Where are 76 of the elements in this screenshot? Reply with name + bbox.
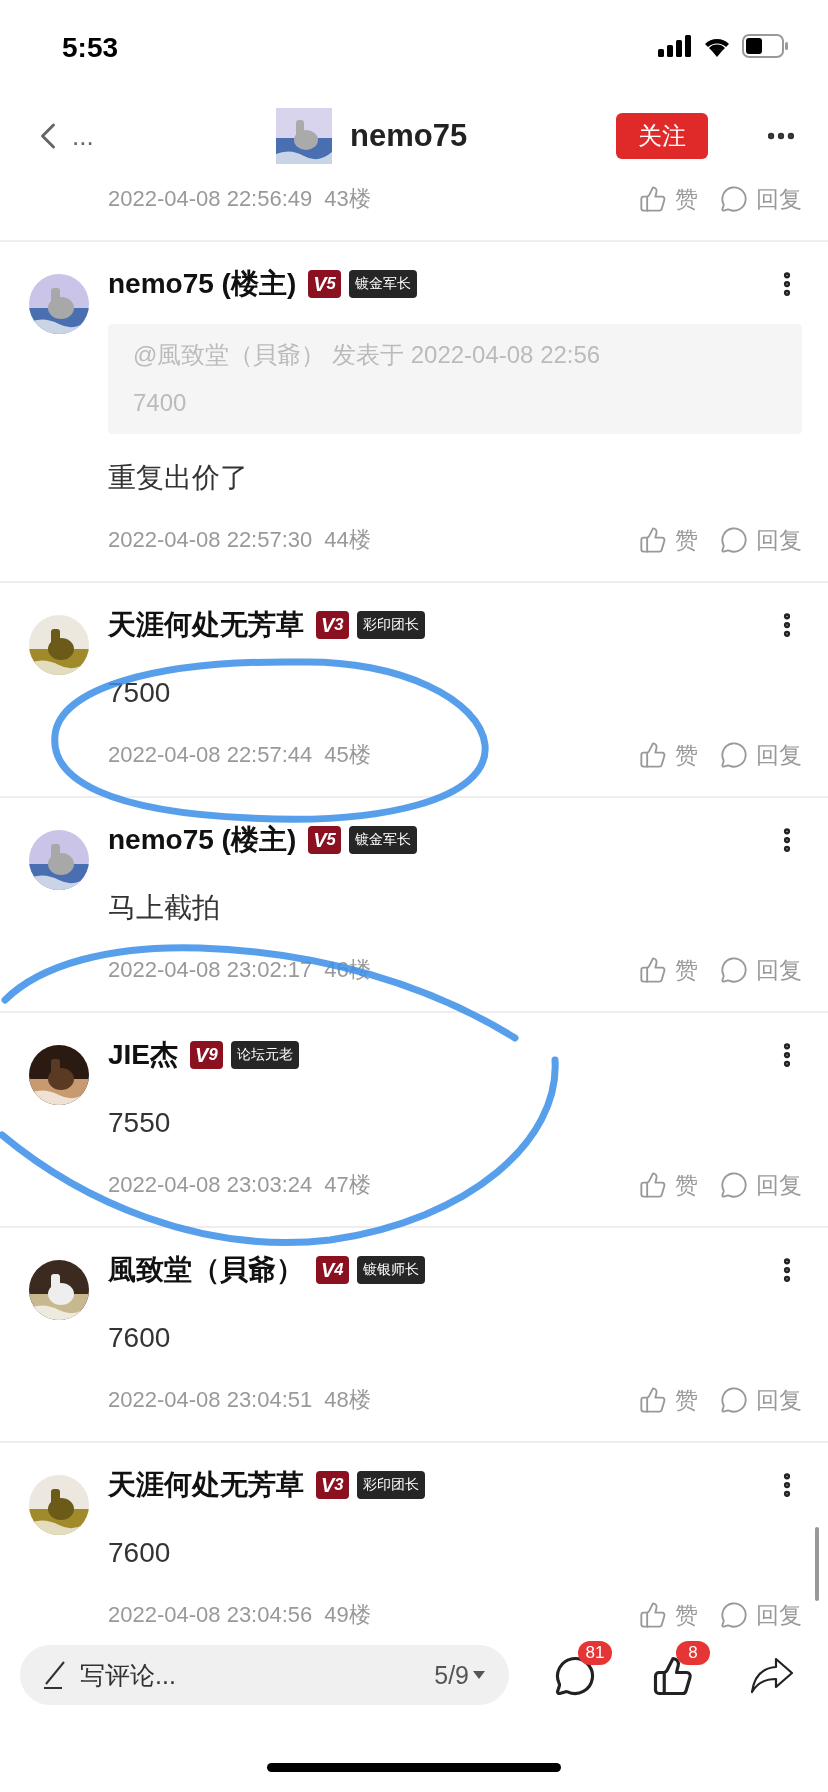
like-button[interactable]: 赞 [639,1384,698,1416]
floor-number: 45楼 [324,741,371,769]
thumbs-up-icon [639,956,667,984]
post-content: 7600 [108,1536,172,1570]
quote-header: @風致堂（貝爺） 发表于 2022-04-08 22:56 [133,340,602,370]
share-icon [750,1655,794,1695]
floor-number: 44楼 [324,526,371,554]
back-button[interactable]: ... [26,114,94,158]
like-button[interactable]: 赞 [639,1599,698,1628]
post-time: 2022-04-08 23:04:56 [108,1602,313,1628]
like-button[interactable]: 赞 [639,1169,698,1201]
reply-button[interactable]: 回复 [720,183,802,215]
thumbs-up-icon [639,1171,667,1199]
rank-title-badge: 镀金军长 [348,270,417,298]
post-time: 2022-04-08 22:57:44 [108,742,313,768]
thumbs-up-icon [639,741,667,769]
floor-number: 43楼 [324,185,371,213]
comments-button[interactable]: 81 [554,1641,610,1697]
speech-bubble-icon [720,1386,748,1414]
post-content: 7550 [108,1106,172,1140]
author-name[interactable]: 風致堂（貝爺） [108,1251,304,1289]
like-button[interactable]: 赞 [639,739,698,771]
floor-number: 48楼 [324,1386,371,1414]
author-name[interactable]: 天涯何处无芳草 [108,606,304,644]
author-name[interactable]: JIE杰 [108,1036,179,1074]
reply-button[interactable]: 回复 [720,954,802,986]
floor-number: 47楼 [324,1171,371,1199]
rank-title-badge: 论坛元老 [230,1041,299,1069]
floor-number: 49楼 [324,1601,371,1628]
post-time: 2022-04-08 23:03:24 [108,1172,313,1198]
post-content: 7600 [108,1321,172,1355]
speech-bubble-icon [720,1601,748,1628]
rank-title-badge: 镀金军长 [348,826,417,854]
author-name[interactable]: nemo75 (楼主) [108,821,297,859]
post-content: 重复出价了 [108,461,249,495]
thumbs-up-icon [639,526,667,554]
pencil-icon [42,1660,68,1690]
reply-button[interactable]: 回复 [720,1599,802,1628]
like-button[interactable]: 赞 [639,954,698,986]
quote-text: 7400 [133,388,188,418]
page-selector[interactable]: 5/9 [434,1660,485,1690]
author-name[interactable]: nemo75 (楼主) [108,265,297,303]
speech-bubble-icon [720,741,748,769]
reply-button[interactable]: 回复 [720,1384,802,1416]
likes-button[interactable]: 8 [652,1641,708,1697]
like-count-badge: 8 [676,1641,710,1665]
follow-button[interactable]: 关注 [616,113,708,159]
battery-icon [742,34,788,58]
like-button[interactable]: 赞 [639,524,698,556]
speech-bubble-icon [720,526,748,554]
signal-icon [658,35,692,57]
post-time: 2022-04-08 22:56:49 [108,186,313,212]
comment-count-badge: 81 [578,1641,612,1665]
rank-title-badge: 镀银师长 [356,1256,425,1284]
reply-button[interactable]: 回复 [720,739,802,771]
speech-bubble-icon [720,1171,748,1199]
post-time: 2022-04-08 22:57:30 [108,527,313,553]
thumbs-up-icon [639,1601,667,1628]
post-time: 2022-04-08 23:04:51 [108,1387,313,1413]
status-time: 5:53 [62,31,119,64]
caret-icon [473,1671,485,1679]
thumbs-up-icon [639,185,667,213]
post-content: 7500 [108,676,172,710]
page-title: nemo75 [350,118,468,154]
author-name[interactable]: 天涯何处无芳草 [108,1466,304,1504]
speech-bubble-icon [720,185,748,213]
post-content: 马上截拍 [108,891,221,925]
reply-button[interactable]: 回复 [720,524,802,556]
reply-button[interactable]: 回复 [720,1169,802,1201]
rank-title-badge: 彩印团长 [356,611,425,639]
rank-title-badge: 彩印团长 [356,1471,425,1499]
post-time: 2022-04-08 23:02:17 [108,957,313,983]
speech-bubble-icon [720,956,748,984]
thumbs-up-icon [639,1386,667,1414]
like-button[interactable]: 赞 [639,183,698,215]
comment-field[interactable]: 写评论... 5/9 [20,1645,509,1705]
